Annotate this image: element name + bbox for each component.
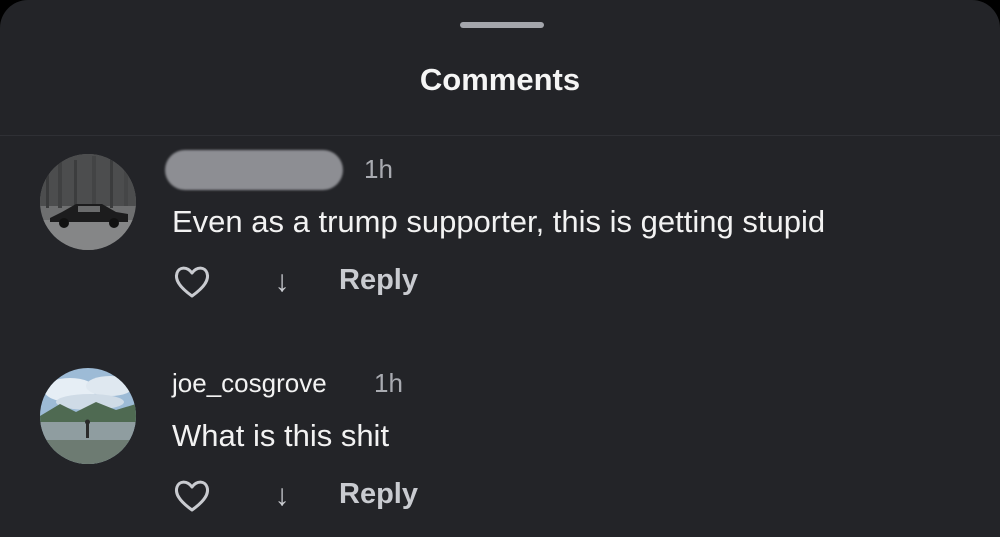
comment-item: 1h Even as a trump supporter, this is ge… xyxy=(0,146,1000,316)
heart-outline-icon[interactable] xyxy=(172,476,212,516)
comment-item: joe_cosgrove 1h What is this shit ↓ Repl… xyxy=(0,360,1000,530)
heart-outline-icon[interactable] xyxy=(172,262,212,302)
car-photo-avatar xyxy=(40,154,136,250)
avatar[interactable] xyxy=(40,368,136,464)
comments-sheet: Comments 1h Even as a trump supporter, t… xyxy=(0,0,1000,537)
divider xyxy=(0,135,1000,136)
sheet-title: Comments xyxy=(419,62,581,97)
timestamp: 1h xyxy=(364,154,393,184)
arrow-down-icon[interactable]: ↓ xyxy=(268,476,296,516)
drag-handle[interactable] xyxy=(460,22,544,28)
comment-text: Even as a trump supporter, this is getti… xyxy=(172,204,826,239)
timestamp: 1h xyxy=(374,368,403,398)
comment-text: What is this shit xyxy=(172,418,390,453)
redacted-username xyxy=(165,150,343,190)
arrow-down-icon[interactable]: ↓ xyxy=(268,262,296,302)
avatar[interactable] xyxy=(40,154,136,250)
reply-button[interactable]: Reply xyxy=(339,264,418,297)
reply-button[interactable]: Reply xyxy=(339,478,418,511)
username[interactable]: joe_cosgrove xyxy=(172,368,327,399)
lake-photo-avatar xyxy=(40,368,136,464)
